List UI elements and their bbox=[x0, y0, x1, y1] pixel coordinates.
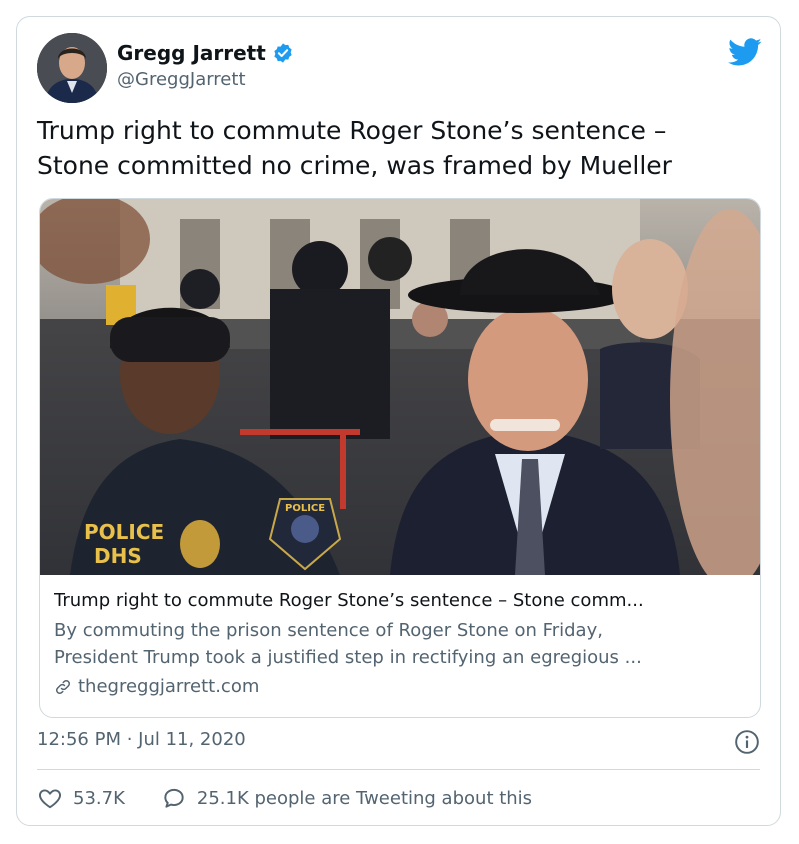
link-domain-row[interactable]: thegreggjarrett.com bbox=[54, 673, 748, 700]
verified-badge-icon bbox=[274, 43, 292, 63]
link-preview-meta[interactable]: Trump right to commute Roger Stone’s sen… bbox=[54, 588, 748, 700]
tweet-text: Trump right to commute Roger Stone’s sen… bbox=[37, 113, 757, 183]
reply-bubble-icon[interactable] bbox=[161, 785, 187, 811]
heart-icon[interactable] bbox=[37, 785, 63, 811]
link-domain[interactable]: thegreggjarrett.com bbox=[78, 673, 259, 700]
link-icon bbox=[55, 679, 71, 694]
tweeting-action[interactable]: 25.1K people are Tweeting about this bbox=[161, 785, 532, 811]
link-preview-image[interactable]: POLICE DHS POLICE bbox=[40, 199, 760, 575]
link-preview-card[interactable]: POLICE DHS POLICE Trump right to commute… bbox=[39, 198, 761, 718]
tweeting-count: 25.1K people are Tweeting about this bbox=[196, 787, 533, 809]
tweet-card: Gregg Jarrett @GreggJarrett Trump right … bbox=[16, 16, 781, 826]
tweet-text-line: Stone committed no crime, was framed by … bbox=[37, 151, 672, 180]
author-handle[interactable]: @GreggJarrett bbox=[117, 69, 246, 90]
police-shoulder-patch-text: POLICE bbox=[285, 503, 325, 514]
author-name[interactable]: Gregg Jarrett bbox=[117, 41, 266, 65]
link-description-line: President Trump took a justified step in… bbox=[54, 647, 642, 668]
like-action[interactable]: 53.7K bbox=[37, 785, 125, 811]
like-count: 53.7K bbox=[73, 787, 125, 809]
link-title[interactable]: Trump right to commute Roger Stone’s sen… bbox=[54, 588, 748, 614]
police-patch-text: POLICE bbox=[84, 520, 164, 544]
tweet-timestamp[interactable]: 12:56 PM · Jul 11, 2020 bbox=[37, 729, 246, 750]
divider bbox=[37, 769, 760, 770]
twitter-bird-icon[interactable] bbox=[728, 35, 762, 69]
link-description-line: By commuting the prison sentence of Roge… bbox=[54, 620, 603, 641]
tweet-text-line: Trump right to commute Roger Stone’s sen… bbox=[37, 116, 667, 145]
author-name-row[interactable]: Gregg Jarrett bbox=[117, 41, 294, 65]
tweet-actions: 53.7K 25.1K people are Tweeting about th… bbox=[37, 785, 568, 811]
info-icon[interactable] bbox=[734, 729, 760, 755]
dhs-patch-text: DHS bbox=[94, 544, 142, 568]
avatar[interactable] bbox=[37, 33, 107, 103]
link-description: By commuting the prison sentence of Roge… bbox=[54, 617, 748, 671]
